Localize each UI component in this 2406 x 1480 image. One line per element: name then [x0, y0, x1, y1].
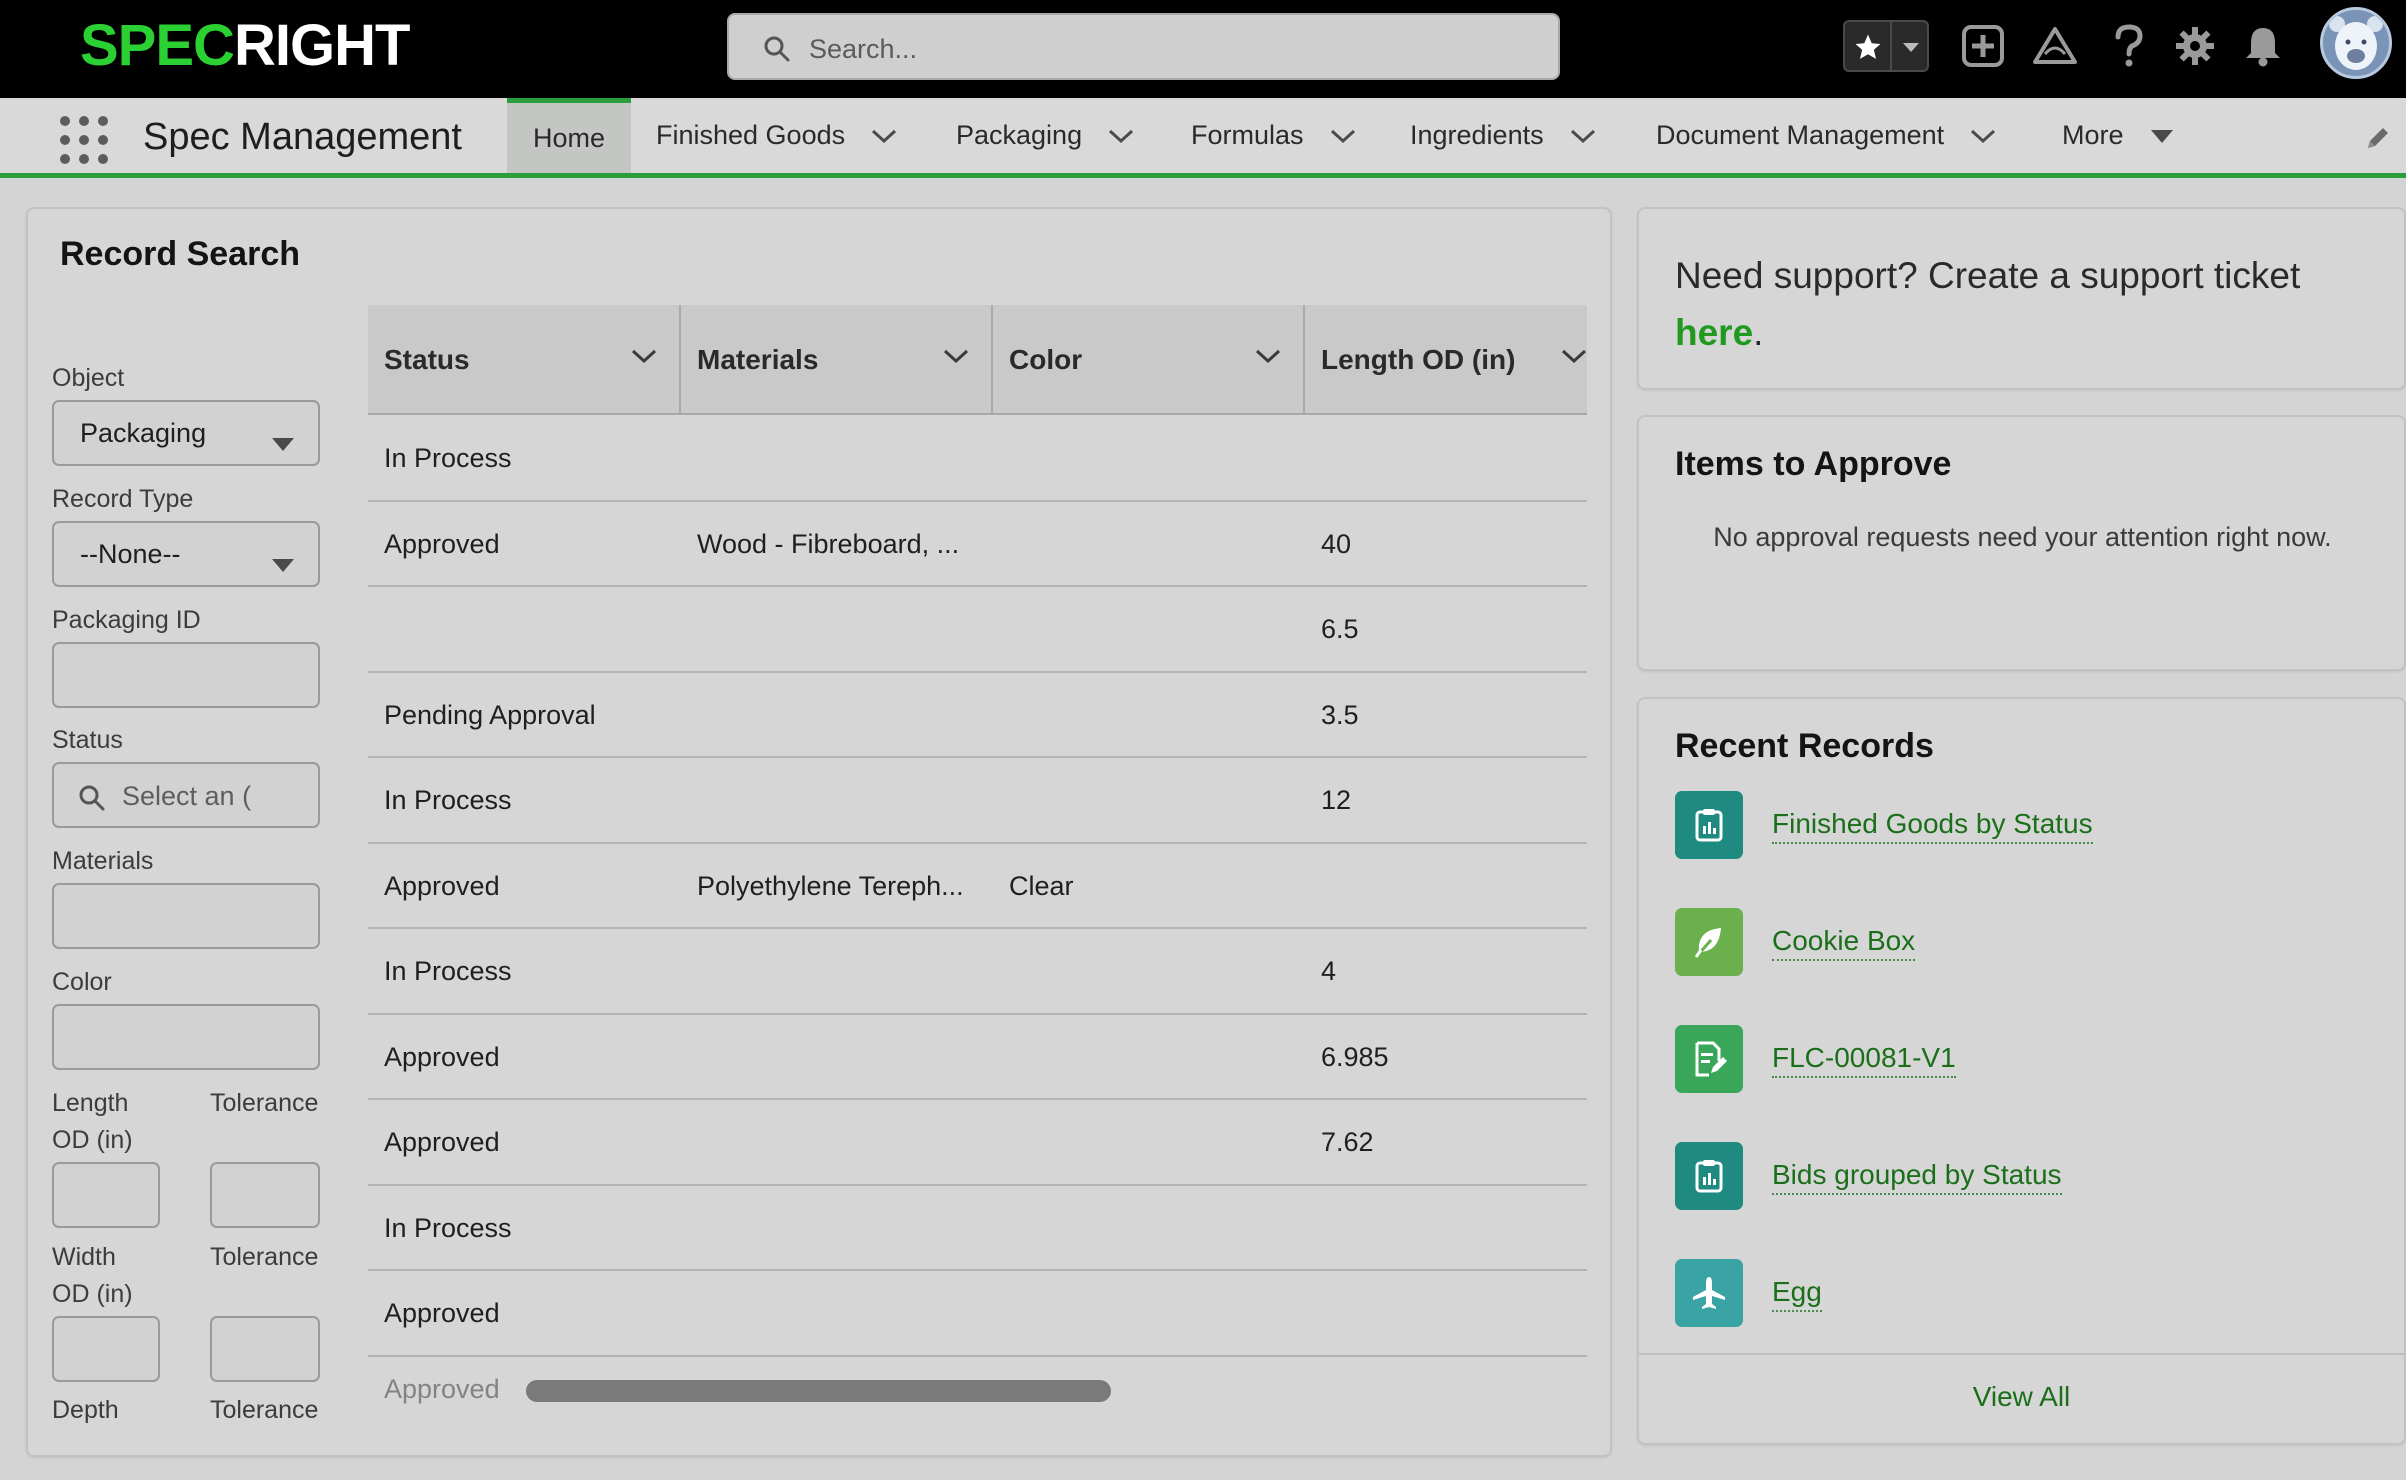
- length-tolerance-input[interactable]: [210, 1162, 320, 1228]
- length-tolerance-label: Tolerance: [210, 1089, 319, 1117]
- depth-label: Depth: [52, 1396, 119, 1424]
- report-icon: [1675, 1142, 1743, 1210]
- global-actions-icon[interactable]: [1960, 18, 2006, 74]
- width-od-label: Width OD (in): [52, 1243, 133, 1308]
- materials-label: Materials: [52, 847, 154, 875]
- tab-packaging[interactable]: Packaging: [956, 98, 1134, 173]
- column-header-color[interactable]: Color: [993, 305, 1305, 415]
- table-row[interactable]: Approved: [368, 1271, 1587, 1357]
- recent-record-link[interactable]: Cookie Box: [1772, 925, 1916, 961]
- trailhead-icon[interactable]: [2032, 18, 2078, 74]
- plane-icon: [1675, 1259, 1743, 1327]
- color-label: Color: [52, 968, 112, 996]
- chevron-down-icon[interactable]: [631, 348, 657, 364]
- favorites-button[interactable]: [1843, 20, 1929, 72]
- object-label: Object: [52, 364, 125, 392]
- table-row[interactable]: In Process 4: [368, 929, 1587, 1015]
- width-tolerance-input[interactable]: [210, 1316, 320, 1382]
- chevron-down-icon[interactable]: [1970, 128, 1996, 144]
- recent-record-link[interactable]: Bids grouped by Status: [1772, 1159, 2062, 1195]
- support-ticket-link[interactable]: here: [1675, 312, 1753, 353]
- no-approvals-message: No approval requests need your attention…: [1713, 522, 2332, 552]
- table-row[interactable]: 6.5: [368, 587, 1587, 673]
- recent-record-link[interactable]: Egg: [1772, 1276, 1822, 1312]
- view-all-link[interactable]: View All: [1639, 1381, 2404, 1413]
- chevron-down-icon[interactable]: [1108, 128, 1134, 144]
- global-search-input[interactable]: Search...: [727, 13, 1560, 80]
- record-type-select[interactable]: --None--: [52, 521, 320, 587]
- caret-down-icon[interactable]: [2150, 128, 2174, 144]
- width-od-input[interactable]: [52, 1316, 160, 1382]
- items-to-approve-card: Items to Approve No approval requests ne…: [1637, 415, 2406, 671]
- recent-records-footer: View All: [1639, 1353, 2404, 1443]
- search-icon: [764, 36, 790, 62]
- caret-down-icon: [272, 438, 294, 451]
- tab-more[interactable]: More: [2062, 98, 2174, 173]
- support-card: Need support? Create a support ticket he…: [1637, 207, 2406, 390]
- materials-input[interactable]: [52, 883, 320, 949]
- depth-tolerance-label: Tolerance: [210, 1396, 319, 1424]
- table-row[interactable]: Approved 7.62: [368, 1100, 1587, 1186]
- search-icon: [79, 785, 105, 811]
- table-row[interactable]: In Process 12: [368, 758, 1587, 844]
- app-navigation-bar: Spec Management Home Finished Goods Pack…: [0, 98, 2406, 178]
- search-placeholder: Search...: [809, 34, 918, 64]
- global-header: SPECRIGHT Search...: [0, 0, 2406, 98]
- chevron-down-icon[interactable]: [1330, 128, 1356, 144]
- table-row[interactable]: Approved Polyethylene Tereph... Clear: [368, 844, 1587, 929]
- table-row[interactable]: Pending Approval 3.5: [368, 673, 1587, 758]
- status-lookup-input[interactable]: Select an (: [52, 762, 320, 828]
- chevron-down-icon[interactable]: [1255, 348, 1281, 364]
- chevron-down-icon[interactable]: [1900, 40, 1922, 56]
- support-message: Need support? Create a support ticket he…: [1675, 255, 2301, 353]
- table-row[interactable]: In Process: [368, 1186, 1587, 1271]
- recent-record-link[interactable]: Finished Goods by Status: [1772, 808, 2093, 844]
- record-search-title: Record Search: [60, 235, 300, 273]
- star-icon: [1855, 34, 1881, 59]
- chevron-down-icon[interactable]: [871, 128, 897, 144]
- setup-gear-icon[interactable]: [2172, 18, 2218, 74]
- results-table: Status Materials Color Length OD (in) In…: [368, 305, 1587, 1407]
- record-type-label: Record Type: [52, 485, 194, 513]
- object-select[interactable]: Packaging: [52, 400, 320, 466]
- tab-ingredients[interactable]: Ingredients: [1410, 98, 1596, 173]
- column-header-materials[interactable]: Materials: [681, 305, 993, 415]
- packaging-id-label: Packaging ID: [52, 606, 201, 634]
- length-od-label: Length OD (in): [52, 1089, 133, 1154]
- table-header: Status Materials Color Length OD (in): [368, 305, 1587, 415]
- document-edit-icon: [1675, 1025, 1743, 1093]
- caret-down-icon: [272, 559, 294, 572]
- length-od-input[interactable]: [52, 1162, 160, 1228]
- notifications-bell-icon[interactable]: [2240, 18, 2286, 74]
- column-header-status[interactable]: Status: [368, 305, 681, 415]
- table-row[interactable]: In Process: [368, 416, 1587, 502]
- user-avatar[interactable]: [2320, 7, 2392, 79]
- app-launcher-icon[interactable]: [60, 116, 108, 164]
- edit-nav-pencil-icon[interactable]: [2364, 124, 2392, 152]
- packaging-id-input[interactable]: [52, 642, 320, 708]
- report-icon: [1675, 791, 1743, 859]
- tab-home[interactable]: Home: [507, 98, 632, 173]
- column-header-length-od[interactable]: Length OD (in): [1305, 305, 1587, 415]
- help-icon[interactable]: [2106, 18, 2152, 74]
- recent-record-link[interactable]: FLC-00081-V1: [1772, 1042, 1956, 1078]
- table-row[interactable]: Approved Wood - Fibreboard, ... 40: [368, 502, 1587, 587]
- tab-finished-goods[interactable]: Finished Goods: [656, 98, 897, 173]
- chevron-down-icon[interactable]: [1570, 128, 1596, 144]
- app-name: Spec Management: [143, 116, 462, 158]
- specright-logo[interactable]: SPECRIGHT: [80, 14, 410, 78]
- chevron-down-icon[interactable]: [943, 348, 969, 364]
- recent-records-title: Recent Records: [1675, 727, 1934, 765]
- leaf-icon: [1675, 908, 1743, 976]
- table-row[interactable]: Approved 6.985: [368, 1015, 1587, 1100]
- tab-document-management[interactable]: Document Management: [1656, 98, 1996, 173]
- width-tolerance-label: Tolerance: [210, 1243, 319, 1271]
- tab-formulas[interactable]: Formulas: [1191, 98, 1356, 173]
- chevron-down-icon[interactable]: [1561, 348, 1587, 364]
- color-input[interactable]: [52, 1004, 320, 1070]
- items-to-approve-title: Items to Approve: [1675, 445, 1952, 483]
- status-label: Status: [52, 726, 123, 754]
- horizontal-scrollbar[interactable]: [526, 1380, 1111, 1402]
- recent-records-card: Recent Records Finished Goods by Status …: [1637, 697, 2406, 1445]
